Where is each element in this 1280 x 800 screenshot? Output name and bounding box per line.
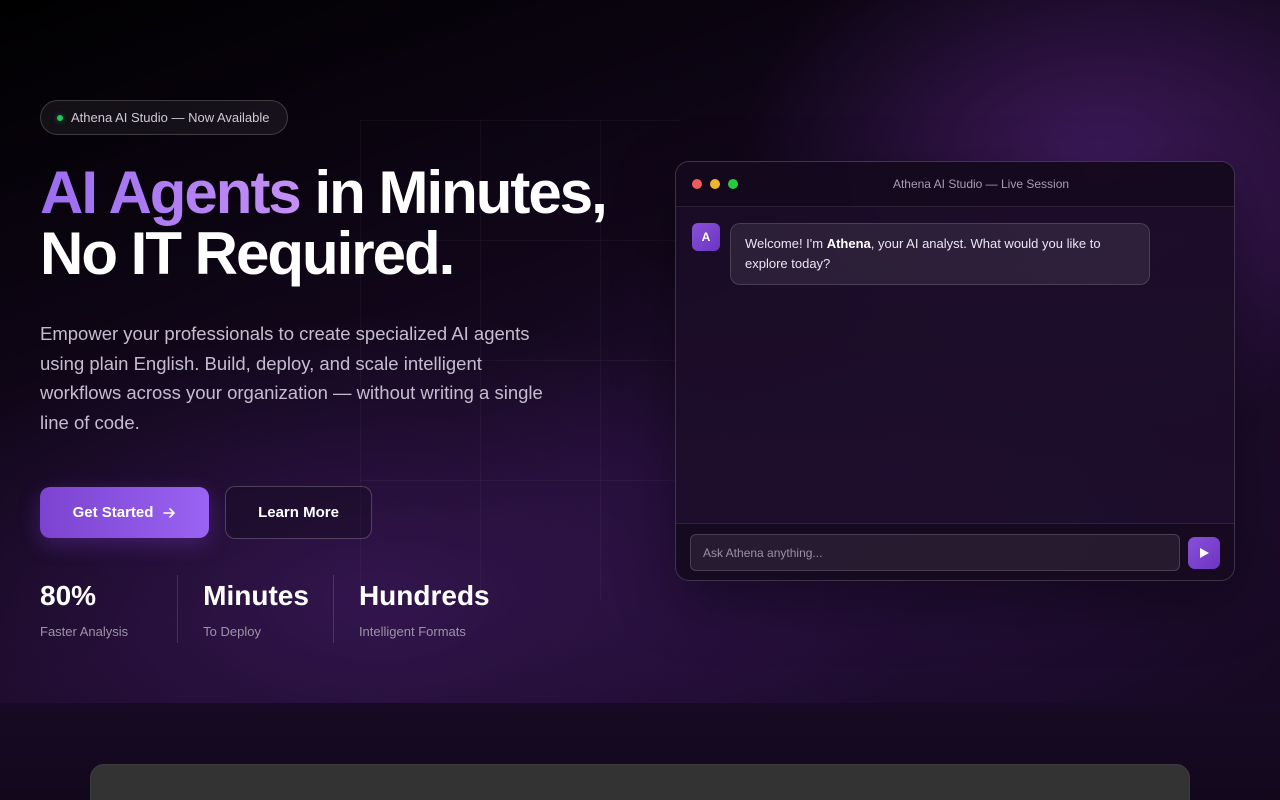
stat-value: Hundreds <box>358 580 490 611</box>
send-play-icon <box>1200 547 1209 558</box>
headline-rest: in Minutes, <box>299 159 607 226</box>
stat-label: Intelligent Formats <box>358 624 466 639</box>
send-button[interactable] <box>1188 536 1220 569</box>
stat-value: Minutes <box>203 580 309 611</box>
stat-value: 80% <box>40 580 97 611</box>
stats-row: 80% Faster Analysis Minutes To Deploy Hu… <box>40 575 514 643</box>
arrow-right-icon <box>163 507 176 518</box>
stat-item: Hundreds Intelligent Formats <box>332 575 514 643</box>
get-started-button[interactable]: Get Started <box>40 487 209 538</box>
avatar: A <box>692 223 720 251</box>
stat-item: Minutes To Deploy <box>177 575 333 643</box>
page-title: AI Agents in Minutes, No IT Required. <box>40 162 660 284</box>
message-name: Athena <box>826 236 871 251</box>
status-dot-icon <box>57 114 63 121</box>
learn-more-button[interactable]: Learn More <box>225 486 372 539</box>
badge-text: Athena AI Studio — Now Available <box>71 110 270 125</box>
stat-label: To Deploy <box>203 624 261 639</box>
headline-accent: AI Agents <box>40 159 302 226</box>
chat-input[interactable] <box>690 534 1180 571</box>
chat-input-bar <box>676 523 1234 580</box>
get-started-label: Get Started <box>72 504 154 521</box>
stat-item: 80% Faster Analysis <box>40 575 177 643</box>
assistant-message: Welcome! I'm Athena, your AI analyst. Wh… <box>730 223 1150 285</box>
message-prefix: Welcome! I'm <box>745 236 827 251</box>
hero-section: Athena AI Studio — Now Available AI Agen… <box>0 0 1280 703</box>
learn-more-label: Learn More <box>258 504 339 521</box>
chat-title: Athena AI Studio — Live Session <box>892 177 1070 191</box>
availability-badge: Athena AI Studio — Now Available <box>40 100 288 135</box>
hero-subtitle: Empower your professionals to create spe… <box>40 323 543 433</box>
product-preview-card <box>90 764 1190 800</box>
chat-messages: A Welcome! I'm Athena, your AI analyst. … <box>676 207 1234 523</box>
headline-line2: No IT Required. <box>40 220 455 287</box>
stat-label: Faster Analysis <box>40 624 129 639</box>
chat-window: Athena AI Studio — Live Session A Welcom… <box>675 161 1235 581</box>
chat-header: Athena AI Studio — Live Session <box>676 162 1234 207</box>
